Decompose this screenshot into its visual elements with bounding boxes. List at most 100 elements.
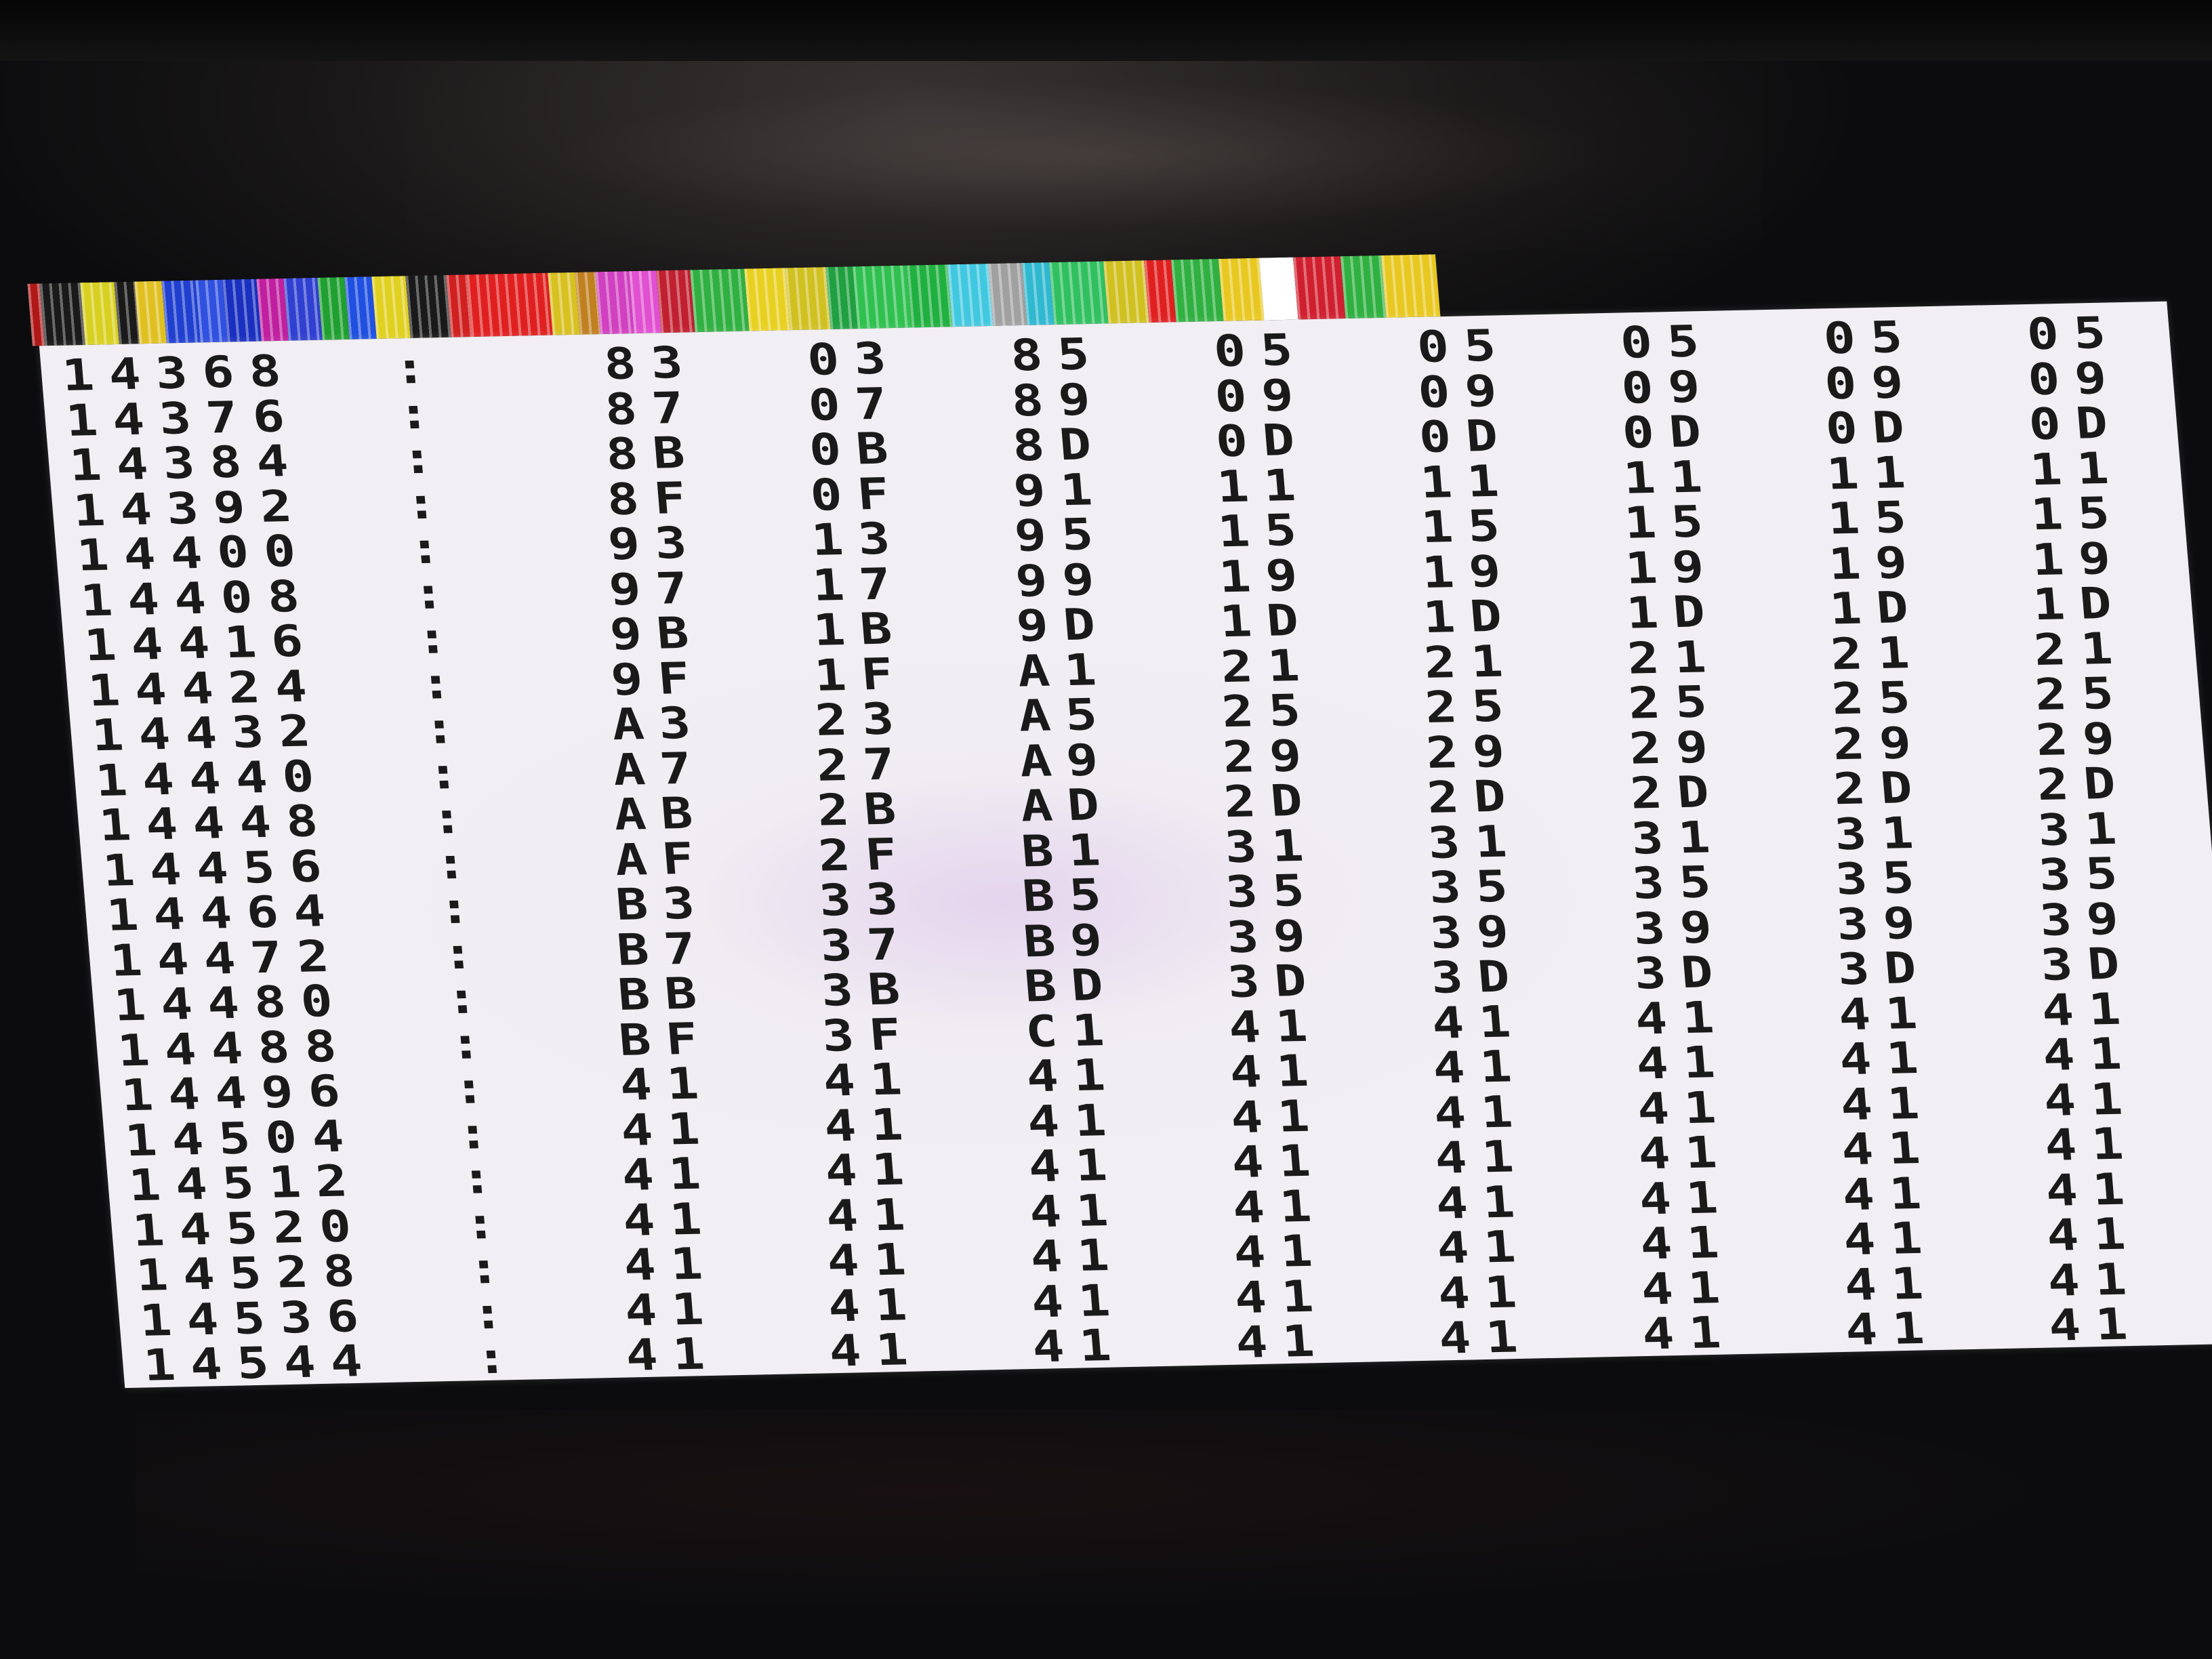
- byte-value: 11: [1621, 451, 1719, 504]
- byte-value: 41: [619, 1148, 718, 1201]
- byte-value: 41: [1230, 1181, 1328, 1233]
- byte-value: 05: [1821, 312, 1919, 365]
- border-stripe: [1340, 255, 1387, 319]
- byte-value: 25: [1829, 672, 1927, 724]
- byte-value: 9D: [1015, 599, 1112, 652]
- byte-value: 15: [1418, 501, 1517, 553]
- byte-value: 41: [1229, 1136, 1328, 1188]
- byte-value: 41: [2043, 1164, 2142, 1216]
- byte-value: 2D: [1831, 762, 1929, 815]
- address-label: 14424: [85, 661, 324, 716]
- byte-value: 29: [2034, 713, 2132, 766]
- address-separator: :: [410, 568, 462, 619]
- desk-reflection: [136, 1410, 2101, 1613]
- byte-value: 87: [602, 382, 701, 435]
- byte-value: 07: [806, 378, 904, 431]
- byte-value: 15: [1825, 492, 1923, 545]
- byte-value: A7: [611, 743, 709, 796]
- address-separator: :: [399, 432, 451, 485]
- byte-value: 25: [1626, 676, 1724, 729]
- address-separator: :: [466, 1243, 517, 1294]
- byte-value: 35: [2036, 848, 2135, 901]
- address-separator: :: [429, 793, 480, 844]
- byte-value: 13: [809, 513, 907, 566]
- byte-value: 41: [1430, 996, 1528, 1048]
- byte-value: 3D: [1835, 943, 1933, 995]
- address-label: 14408: [78, 571, 316, 626]
- byte-value: B7: [615, 923, 713, 976]
- byte-value: 41: [2039, 983, 2137, 1036]
- byte-value: BF: [617, 1013, 715, 1066]
- byte-value: 09: [1822, 357, 1921, 409]
- border-stripe: [1103, 260, 1149, 324]
- border-stripe: [656, 270, 695, 333]
- address-label: 14472: [108, 930, 346, 986]
- border-stripe: [222, 279, 262, 342]
- byte-value: 8D: [1010, 419, 1109, 472]
- address-label: 14512: [126, 1155, 365, 1211]
- address-label: 14400: [75, 526, 313, 581]
- byte-value: 3B: [819, 964, 917, 1017]
- byte-value: A3: [610, 698, 708, 750]
- byte-value: 31: [1832, 807, 1931, 860]
- address-label: 14448: [97, 796, 335, 851]
- address-label: 14368: [60, 346, 298, 401]
- byte-value: 41: [621, 1238, 720, 1291]
- byte-value: 41: [1233, 1316, 1332, 1368]
- byte-value: 29: [1830, 717, 1929, 770]
- byte-value: 39: [1631, 902, 1729, 954]
- byte-value: AB: [611, 788, 710, 840]
- byte-value: 41: [1232, 1271, 1330, 1324]
- byte-value: 2D: [1221, 775, 1319, 827]
- byte-value: 1B: [811, 603, 909, 656]
- byte-value: 41: [2045, 1208, 2143, 1261]
- byte-value: 0D: [1417, 411, 1515, 463]
- byte-value: 41: [1431, 1086, 1530, 1139]
- byte-value: 29: [1627, 722, 1725, 774]
- byte-value: 41: [621, 1193, 719, 1246]
- memory-dump: 14368: 83 03 85 05 05 05 05 05 14376: 87 07 89 09 09 09…: [39, 301, 2212, 1391]
- byte-value: 21: [1625, 632, 1723, 684]
- border-stripe: [283, 277, 323, 341]
- byte-value: 19: [1420, 546, 1518, 598]
- byte-value: 3D: [2039, 939, 2137, 991]
- byte-value: 41: [1025, 1094, 1124, 1147]
- border-stripe: [1218, 258, 1265, 321]
- byte-value: 41: [1633, 992, 1731, 1044]
- byte-value: 8F: [605, 472, 703, 525]
- byte-value: 41: [1030, 1320, 1128, 1372]
- address-label: 14392: [70, 480, 309, 536]
- byte-value: 85: [1008, 329, 1107, 382]
- byte-value: 41: [1635, 1082, 1733, 1134]
- byte-value: 41: [1433, 1131, 1531, 1184]
- byte-value: 15: [2028, 488, 2127, 540]
- byte-value: 19: [1623, 541, 1721, 594]
- byte-value: 93: [606, 518, 704, 570]
- byte-value: 31: [1426, 816, 1524, 868]
- border-stripe: [907, 264, 953, 328]
- byte-value: 83: [602, 337, 700, 390]
- byte-value: 35: [1630, 857, 1728, 909]
- byte-value: 41: [1842, 1258, 1940, 1311]
- byte-value: 11: [1214, 459, 1313, 512]
- byte-value: 41: [1028, 1230, 1126, 1282]
- byte-value: 35: [1427, 861, 1525, 914]
- border-stripe: [744, 268, 790, 331]
- address-separator: :: [425, 747, 476, 799]
- byte-value: 27: [814, 739, 912, 791]
- byte-value: 41: [1841, 1213, 1940, 1265]
- border-stripe: [80, 282, 119, 345]
- byte-value: 41: [1837, 1033, 1936, 1085]
- byte-value: 25: [1422, 680, 1521, 733]
- address-label: 14440: [93, 751, 331, 806]
- byte-value: 41: [617, 1058, 716, 1111]
- byte-value: 9B: [608, 608, 706, 660]
- byte-value: 21: [1828, 627, 1927, 680]
- byte-value: BD: [1022, 960, 1120, 1012]
- address-label: 14384: [67, 436, 306, 491]
- byte-value: 8B: [604, 428, 702, 480]
- monitor-bezel: [0, 0, 2212, 61]
- address-separator: :: [440, 928, 491, 979]
- address-label: 14376: [64, 391, 302, 446]
- byte-value: 99: [1013, 554, 1111, 607]
